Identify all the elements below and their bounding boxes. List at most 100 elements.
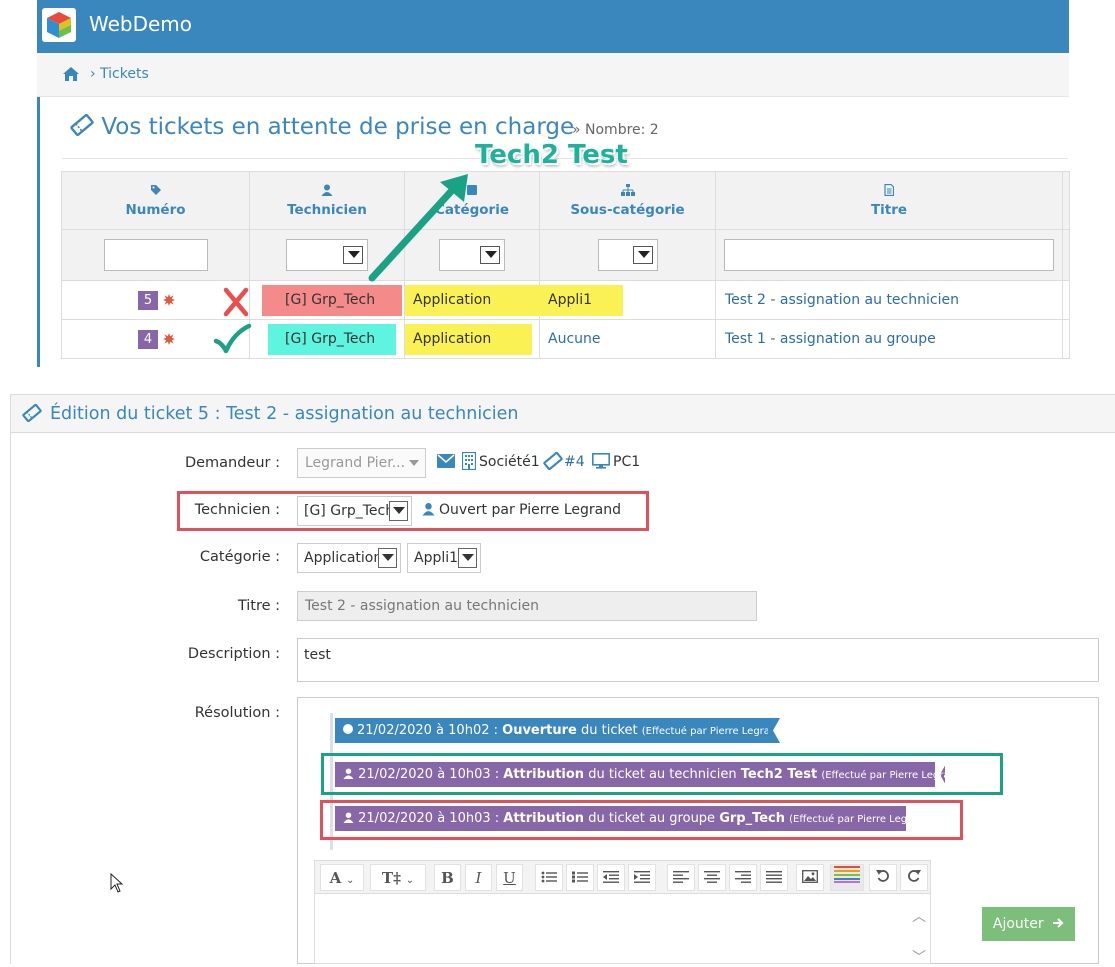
- undo-icon[interactable]: [869, 864, 897, 891]
- sous-categorie-select[interactable]: Appli1: [407, 543, 481, 573]
- ajouter-button[interactable]: Ajouter: [982, 907, 1075, 941]
- column-header-sous-categorie[interactable]: Sous-catégorie: [539, 171, 716, 230]
- ticket-count: » Nombre: 2: [572, 122, 659, 138]
- align-left-icon[interactable]: [667, 864, 695, 891]
- outdent-icon[interactable]: [597, 864, 625, 891]
- chevron-down-icon: ⌄: [346, 875, 355, 886]
- scroll-down-icon[interactable]: ﹀: [912, 947, 926, 967]
- chevron-down-icon: [389, 501, 408, 521]
- row-sous-categorie[interactable]: Aucune: [548, 331, 601, 347]
- scroll-up-icon[interactable]: ︿: [912, 906, 926, 926]
- chevron-down-icon: [480, 246, 500, 264]
- description-field[interactable]: test: [297, 638, 1099, 682]
- categorie-label: Catégorie :: [199, 549, 280, 565]
- ticket-number-badge[interactable]: 4: [138, 329, 158, 349]
- sitemap-icon: [540, 183, 715, 198]
- row-categorie[interactable]: Application: [405, 284, 540, 316]
- chevron-down-icon: [632, 246, 653, 264]
- timeline-entry: 21/02/2020 à 10h03 : Attribution du tick…: [335, 806, 934, 831]
- desktop-icon: [592, 453, 610, 473]
- breadcrumb: [37, 53, 1069, 97]
- align-right-icon[interactable]: [729, 864, 757, 891]
- status-new-icon: [163, 293, 175, 306]
- row-technicien[interactable]: [G] Grp_Tech: [262, 284, 402, 316]
- column-header-numero[interactable]: Numéro: [61, 171, 250, 230]
- row-categorie[interactable]: Application: [405, 323, 532, 355]
- column-header-extra: [1062, 171, 1070, 230]
- color-palette-icon[interactable]: [830, 864, 864, 891]
- breadcrumb-tickets-link[interactable]: › Tickets: [90, 66, 149, 82]
- mail-icon[interactable]: [437, 454, 455, 472]
- cross-mark-icon: [223, 287, 249, 317]
- annotation-label: Tech2 Test: [475, 140, 628, 170]
- row-titre-link[interactable]: Test 2 - assignation au technicien: [725, 292, 959, 308]
- ticket-icon: [70, 113, 101, 140]
- opened-by-label: Ouvert par Pierre Legrand: [439, 502, 621, 518]
- user-icon: [343, 811, 354, 826]
- chevron-down-icon: [458, 548, 477, 568]
- ticket-ref-link[interactable]: #4: [564, 454, 585, 470]
- font-button[interactable]: A ⌄: [320, 864, 364, 891]
- indent-icon[interactable]: [628, 864, 656, 891]
- circle-icon: [343, 724, 353, 734]
- italic-button[interactable]: I: [465, 864, 492, 891]
- societe-label: Société1: [479, 454, 540, 470]
- tag-icon: [62, 184, 249, 198]
- filter-technicien-select[interactable]: [286, 239, 368, 271]
- image-icon[interactable]: [796, 864, 824, 891]
- edit-panel-title: Édition du ticket 5 : Test 2 - assignati…: [50, 404, 519, 424]
- building-icon: [461, 451, 477, 474]
- user-icon: [343, 767, 354, 782]
- table-row[interactable]: 4 [G] Grp_Tech Application Aucune Test 1…: [61, 319, 1070, 359]
- ticket-number-badge[interactable]: 5: [138, 290, 158, 310]
- bullet-list-icon[interactable]: [535, 864, 563, 891]
- timeline-flag-tail: [906, 806, 918, 831]
- categorie-select[interactable]: Application: [297, 543, 401, 573]
- column-header-titre[interactable]: Titre: [715, 171, 1063, 230]
- page-title-text: Vos tickets en attente de prise en charg…: [101, 114, 575, 140]
- technicien-label: Technicien :: [194, 502, 280, 518]
- row-sous-categorie[interactable]: Appli1: [540, 284, 623, 316]
- resolution-label: Résolution :: [194, 705, 280, 721]
- font-size-button[interactable]: T‡ ⌄: [370, 864, 426, 891]
- user-icon: [422, 502, 435, 520]
- home-icon[interactable]: [62, 66, 80, 86]
- file-icon: [716, 183, 1062, 198]
- chevron-down-icon: ⌄: [405, 875, 415, 886]
- timeline-entry: 21/02/2020 à 10h03 : Attribution du tick…: [335, 762, 966, 787]
- underline-button[interactable]: U: [496, 864, 523, 891]
- row-titre-link[interactable]: Test 1 - assignation au groupe: [725, 331, 936, 347]
- technicien-select[interactable]: [G] Grp_Tech: [297, 496, 412, 526]
- table-row[interactable]: 5 [G] Grp_Tech Application Appli1 Test 2…: [61, 280, 1070, 320]
- timeline-entry: 21/02/2020 à 10h02 : Ouverture du ticket…: [335, 718, 787, 743]
- demandeur-select[interactable]: Legrand Pier...: [297, 448, 426, 478]
- arrow-right-icon: [1053, 918, 1064, 928]
- filter-titre-input[interactable]: [724, 239, 1054, 271]
- titre-label: Titre :: [237, 598, 280, 614]
- side-accent: [37, 97, 40, 367]
- tickets-table: Numéro Technicien Catégorie Sous-catégor…: [61, 171, 1070, 359]
- app-logo-icon[interactable]: [42, 8, 76, 42]
- editor-toolbar: A ⌄ T‡ ⌄ B I U: [314, 860, 931, 894]
- titre-field[interactable]: Test 2 - assignation au technicien: [297, 591, 757, 621]
- timeline-flag-tail: [768, 718, 780, 743]
- demandeur-label: Demandeur :: [184, 455, 280, 471]
- mouse-cursor-icon: [110, 873, 124, 893]
- numbered-list-icon[interactable]: [566, 864, 594, 891]
- filter-sous-categorie-select[interactable]: [597, 239, 658, 271]
- resolution-editor-textarea[interactable]: ︿ ﹀: [314, 894, 931, 967]
- pc-label: PC1: [613, 454, 641, 470]
- app-title[interactable]: WebDemo: [89, 12, 192, 36]
- status-new-icon: [163, 332, 175, 345]
- bold-button[interactable]: B: [434, 864, 461, 891]
- chevron-down-icon: [378, 548, 397, 568]
- redo-icon[interactable]: [900, 864, 928, 891]
- filter-numero-input[interactable]: [103, 239, 208, 271]
- ticket-icon: [22, 403, 42, 426]
- align-center-icon[interactable]: [698, 864, 726, 891]
- row-technicien[interactable]: [G] Grp_Tech: [268, 323, 396, 355]
- justify-icon[interactable]: [760, 864, 788, 891]
- description-label: Description :: [187, 646, 280, 662]
- page-title: Vos tickets en attente de prise en charg…: [70, 113, 575, 140]
- ticket-ref-icon: [543, 451, 563, 474]
